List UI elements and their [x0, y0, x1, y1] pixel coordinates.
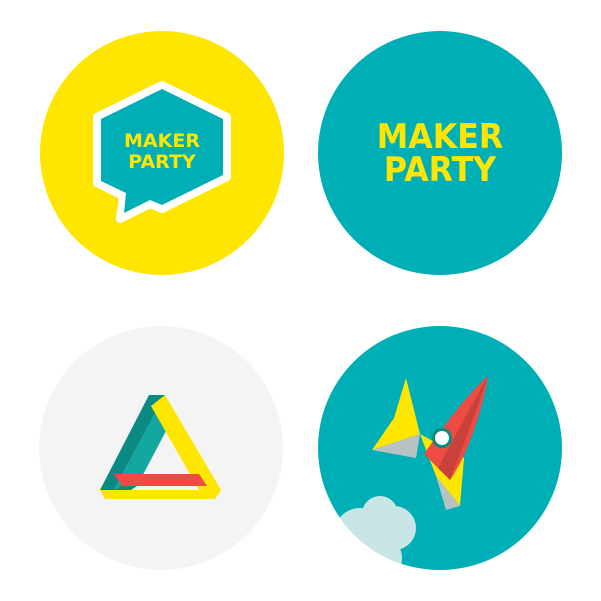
badge-title-line2: PARTY [128, 151, 196, 173]
badge-title-line2: PARTY [383, 150, 497, 190]
rocket-badge [318, 326, 562, 570]
maker-party-speech-badge: MAKER PARTY [40, 31, 284, 275]
maker-party-text-badge: MAKER PARTY [318, 31, 562, 275]
impossible-triangle-icon [100, 395, 221, 499]
rocket-icon [320, 376, 488, 570]
smoke-cloud-icon [320, 496, 416, 570]
badge-title-line1: MAKER [124, 130, 200, 152]
triangle-badge [39, 326, 283, 570]
badge-title-line1: MAKER [376, 117, 504, 157]
